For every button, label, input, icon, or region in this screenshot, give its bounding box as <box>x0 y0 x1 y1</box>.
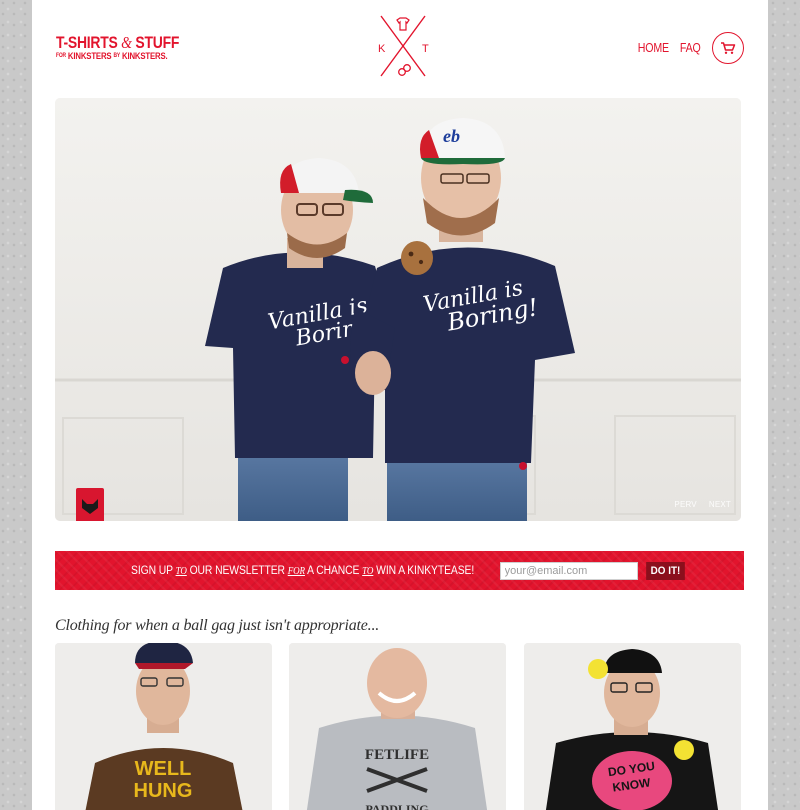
section-tagline: Clothing for when a ball gag just isn't … <box>55 617 380 634</box>
emblem-t: T <box>422 43 429 55</box>
hero-slideshow[interactable]: Vanilla is Boring! eb Vanilla is Boring!… <box>55 98 741 521</box>
expos-logo-icon: eb <box>443 126 460 146</box>
newsletter-submit-button[interactable]: DO IT! <box>645 561 685 580</box>
svg-text:HUNG: HUNG <box>134 780 193 802</box>
product-card-well-hung[interactable]: WELL HUNG <box>55 643 272 810</box>
newsletter-email-input[interactable] <box>499 561 638 580</box>
page-container: T-SHIRTS & STUFF FOR KINKSTERS BY KINKST… <box>32 0 768 810</box>
svg-text:PADDLING: PADDLING <box>365 802 428 810</box>
shopping-cart-icon <box>721 42 736 54</box>
newsletter-banner: SIGN UP TO OUR NEWSLETTER FOR A CHANCE T… <box>55 551 744 590</box>
main-nav: HOME FAQ <box>635 32 744 64</box>
hero-photo: Vanilla is Boring! eb Vanilla is Boring! <box>55 98 741 521</box>
nav-faq-link[interactable]: FAQ <box>679 41 700 55</box>
product-photo: DO YOU KNOW <box>524 643 741 810</box>
slideshow-prev-button[interactable]: PERV <box>674 500 696 509</box>
emblem-k: K <box>378 43 386 55</box>
cart-button[interactable] <box>712 32 744 64</box>
site-logo[interactable]: T-SHIRTS & STUFF FOR KINKSTERS BY KINKST… <box>56 34 206 62</box>
slideshow-controls: PERV NEXT <box>674 500 731 509</box>
fox-icon <box>82 498 98 514</box>
nav-home-link[interactable]: HOME <box>638 41 669 55</box>
product-card-fetlife-paddling[interactable]: FETLIFE PADDLING <box>289 643 506 810</box>
product-photo: FETLIFE PADDLING <box>289 643 506 810</box>
svg-text:FETLIFE: FETLIFE <box>365 747 429 763</box>
logo-line-1: T-SHIRTS & STUFF <box>56 33 180 52</box>
kt-emblem-icon[interactable]: K T <box>367 14 439 78</box>
product-card-do-you-know[interactable]: DO YOU KNOW <box>524 643 741 810</box>
slideshow-next-button[interactable]: NEXT <box>709 500 731 509</box>
product-photo: WELL HUNG <box>55 643 272 810</box>
kt-fox-badge[interactable] <box>76 488 104 521</box>
logo-line-2: FOR KINKSTERS BY KINKSTERS. <box>56 51 168 62</box>
newsletter-message: SIGN UP TO OUR NEWSLETTER FOR A CHANCE T… <box>131 564 475 577</box>
svg-text:WELL: WELL <box>135 758 192 780</box>
